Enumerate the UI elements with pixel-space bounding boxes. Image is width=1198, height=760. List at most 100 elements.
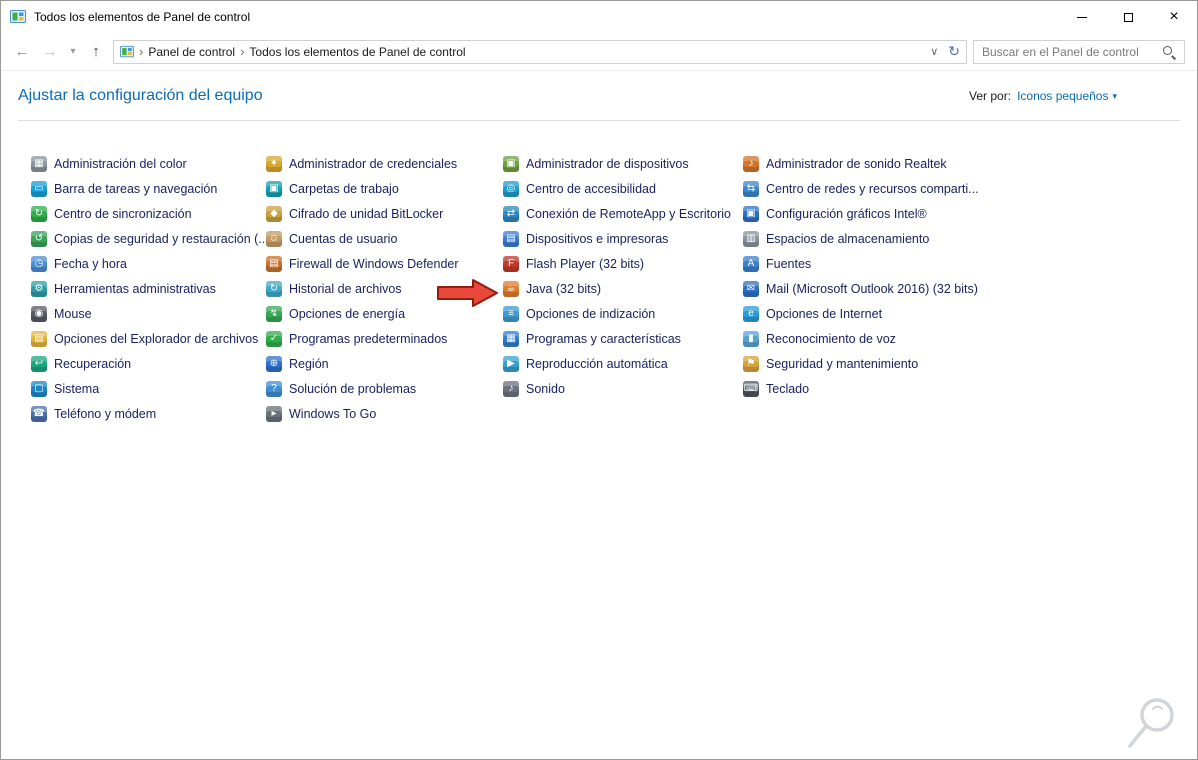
- chevron-down-icon: ▾: [1112, 90, 1117, 101]
- control-panel-item-file-explorer-options[interactable]: ▤ Opciones del Explorador de archivos: [31, 326, 266, 351]
- control-panel-item-keyboard[interactable]: ⌨ Teclado: [743, 376, 1197, 401]
- keyboard-icon: ⌨: [743, 380, 759, 397]
- view-by-dropdown[interactable]: Iconos pequeños ▾: [1017, 89, 1117, 103]
- control-panel-item-devices-printers[interactable]: ▤ Dispositivos e impresoras: [503, 226, 743, 251]
- recent-pages-dropdown-icon[interactable]: ▾: [67, 46, 79, 57]
- fonts-icon: A: [743, 255, 759, 272]
- java-icon: ☕: [503, 280, 519, 297]
- date-time-icon: ◷: [31, 255, 47, 272]
- control-panel-item-recovery[interactable]: ↩ Recuperación: [31, 351, 266, 376]
- item-label: Java (32 bits): [526, 281, 602, 296]
- control-panel-item-flash-player[interactable]: F Flash Player (32 bits): [503, 251, 743, 276]
- item-label: Barra de tareas y navegación: [54, 181, 218, 196]
- view-by: Ver por: Iconos pequeños ▾: [969, 89, 1117, 103]
- control-panel-item-ease-of-access-center[interactable]: ◎ Centro de accesibilidad: [503, 176, 743, 201]
- windows-defender-firewall-icon: ▤: [266, 255, 282, 272]
- item-label: Opciones de Internet: [766, 306, 883, 321]
- control-panel-item-sound[interactable]: ♪ Sonido: [503, 376, 743, 401]
- control-panel-item-date-time[interactable]: ◷ Fecha y hora: [31, 251, 266, 276]
- control-panel-item-device-manager[interactable]: ▣ Administrador de dispositivos: [503, 151, 743, 176]
- item-label: Sistema: [54, 381, 100, 396]
- control-panel-item-credential-manager[interactable]: ✦ Administrador de credenciales: [266, 151, 503, 176]
- phone-modem-icon: ☎: [31, 405, 47, 422]
- control-panel-item-realtek-sound-manager[interactable]: ♪ Administrador de sonido Realtek: [743, 151, 1197, 176]
- speech-recognition-icon: ▮: [743, 330, 759, 347]
- address-dropdown-icon[interactable]: ∨: [930, 45, 938, 58]
- sync-center-icon: ↻: [31, 205, 47, 222]
- control-panel-item-security-maintenance[interactable]: ⚑ Seguridad y mantenimiento: [743, 351, 1197, 376]
- item-label: Configuración gráficos Intel®: [766, 206, 927, 221]
- control-panel-item-internet-options[interactable]: e Opciones de Internet: [743, 301, 1197, 326]
- item-label: Carpetas de trabajo: [289, 181, 399, 196]
- control-panel-item-phone-modem[interactable]: ☎ Teléfono y módem: [31, 401, 266, 426]
- maximize-button[interactable]: [1105, 1, 1151, 33]
- item-label: Opciones del Explorador de archivos: [54, 331, 259, 346]
- control-panel-item-work-folders[interactable]: ▣ Carpetas de trabajo: [266, 176, 503, 201]
- control-panel-item-remoteapp-desktop[interactable]: ⇄ Conexión de RemoteApp y Escritorio: [503, 201, 743, 226]
- close-icon: ×: [1169, 8, 1179, 25]
- control-panel-item-system[interactable]: ▢ Sistema: [31, 376, 266, 401]
- control-panel-item-network-sharing-center[interactable]: ⇆ Centro de redes y recursos comparti...: [743, 176, 1197, 201]
- autoplay-icon: ▶: [503, 355, 519, 372]
- control-panel-item-color-management[interactable]: ▦ Administración del color: [31, 151, 266, 176]
- close-button[interactable]: ×: [1151, 1, 1197, 33]
- breadcrumb-control-panel[interactable]: Panel de control: [148, 45, 235, 59]
- control-panel-item-intel-graphics[interactable]: ▣ Configuración gráficos Intel®: [743, 201, 1197, 226]
- control-panel-item-programs-features[interactable]: ▦ Programas y características: [503, 326, 743, 351]
- item-label: Cifrado de unidad BitLocker: [289, 206, 444, 221]
- control-panel-item-java[interactable]: ☕ Java (32 bits): [503, 276, 743, 301]
- security-maintenance-icon: ⚑: [743, 355, 759, 372]
- maximize-icon: [1123, 12, 1133, 22]
- recovery-icon: ↩: [31, 355, 47, 372]
- control-panel-item-region[interactable]: ⊕ Región: [266, 351, 503, 376]
- control-panel-item-taskbar-navigation[interactable]: ▭ Barra de tareas y navegación: [31, 176, 266, 201]
- control-panel-item-indexing-options[interactable]: ≡ Opciones de indización: [503, 301, 743, 326]
- back-button[interactable]: ←: [11, 43, 33, 60]
- items-column: ▦ Administración del color ▭ Barra de tarea…: [31, 151, 269, 426]
- header-row: Ajustar la configuración del equipo Ver …: [18, 87, 1117, 105]
- control-panel-item-storage-spaces[interactable]: ▥ Espacios de almacenamiento: [743, 226, 1197, 251]
- remoteapp-desktop-icon: ⇄: [503, 205, 519, 222]
- control-panel-item-autoplay[interactable]: ▶ Reproducción automática: [503, 351, 743, 376]
- control-panel-item-backup-restore[interactable]: ↺ Copias de seguridad y restauración (...: [31, 226, 269, 251]
- item-label: Centro de redes y recursos comparti...: [766, 181, 979, 196]
- search-input[interactable]: [982, 44, 1162, 59]
- control-panel-item-sync-center[interactable]: ↻ Centro de sincronización: [31, 201, 266, 226]
- up-button[interactable]: ↑: [85, 43, 107, 60]
- search-icon[interactable]: [1162, 45, 1176, 59]
- item-label: Teclado: [766, 381, 810, 396]
- item-label: Firewall de Windows Defender: [289, 256, 459, 271]
- item-label: Programas y características: [526, 331, 681, 346]
- control-panel-item-default-programs[interactable]: ✓ Programas predeterminados: [266, 326, 503, 351]
- breadcrumb-chevron-icon[interactable]: ›: [240, 44, 244, 59]
- forward-button[interactable]: →: [39, 43, 61, 60]
- control-panel-item-speech-recognition[interactable]: ▮ Reconocimiento de voz: [743, 326, 1197, 351]
- breadcrumb-all-items[interactable]: Todos los elementos de Panel de control: [249, 45, 465, 59]
- item-label: Región: [289, 356, 329, 371]
- admin-tools-icon: ⚙: [31, 280, 47, 297]
- minimize-button[interactable]: [1059, 1, 1105, 33]
- breadcrumb-chevron-icon[interactable]: ›: [139, 44, 143, 59]
- item-label: Fecha y hora: [54, 256, 127, 271]
- control-panel-item-admin-tools[interactable]: ⚙ Herramientas administrativas: [31, 276, 266, 301]
- item-label: Herramientas administrativas: [54, 281, 216, 296]
- control-panel-item-mouse[interactable]: ◉ Mouse: [31, 301, 266, 326]
- control-panel-item-windows-defender-firewall[interactable]: ▤ Firewall de Windows Defender: [266, 251, 503, 276]
- item-label: Dispositivos e impresoras: [526, 231, 669, 246]
- storage-spaces-icon: ▥: [743, 230, 759, 247]
- control-panel-item-user-accounts[interactable]: ☺ Cuentas de usuario: [266, 226, 503, 251]
- control-panel-item-troubleshooting[interactable]: ? Solución de problemas: [266, 376, 503, 401]
- ease-of-access-center-icon: ◎: [503, 180, 519, 197]
- item-label: Windows To Go: [289, 406, 377, 421]
- control-panel-item-mail[interactable]: ✉ Mail (Microsoft Outlook 2016) (32 bits): [743, 276, 1197, 301]
- search-box[interactable]: [973, 39, 1185, 64]
- user-accounts-icon: ☺: [266, 230, 282, 247]
- address-bar[interactable]: › Panel de control › Todos los elementos…: [113, 39, 967, 64]
- control-panel-item-bitlocker[interactable]: ◆ Cifrado de unidad BitLocker: [266, 201, 503, 226]
- control-panel-item-fonts[interactable]: A Fuentes: [743, 251, 1197, 276]
- item-label: Administrador de sonido Realtek: [766, 156, 947, 171]
- control-panel-item-windows-to-go[interactable]: ▸ Windows To Go: [266, 401, 503, 426]
- item-label: Copias de seguridad y restauración (...: [54, 231, 269, 246]
- refresh-icon[interactable]: ↻: [948, 43, 960, 60]
- item-label: Opciones de energía: [289, 306, 406, 321]
